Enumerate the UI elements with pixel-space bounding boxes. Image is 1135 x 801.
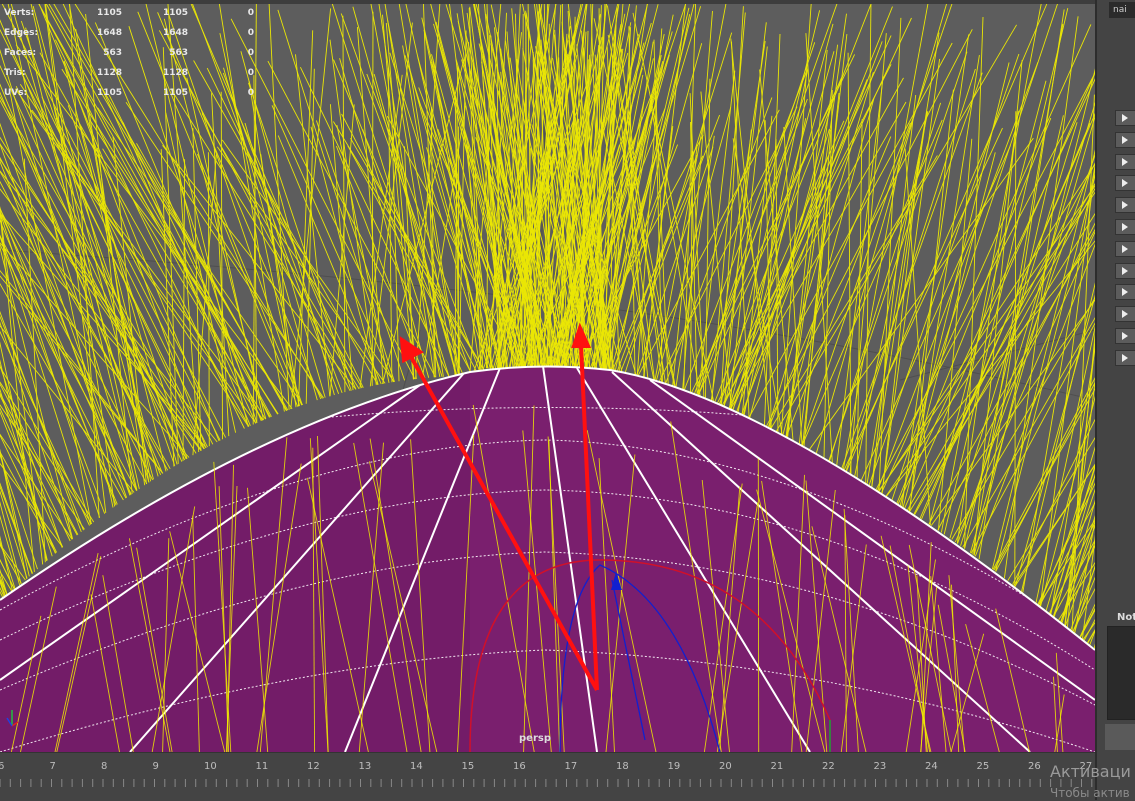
hud-b: 1648: [163, 28, 188, 38]
frame-number: 16: [513, 761, 526, 772]
activation-watermark-sub: Чтобы актив: [1050, 786, 1130, 800]
expand-arrow-icon: [1122, 114, 1128, 122]
expand-arrow-icon: [1122, 245, 1128, 253]
hud-a: 1105: [97, 8, 122, 18]
hud-label: Edges:: [4, 28, 38, 38]
hud-label: Tris:: [4, 68, 26, 78]
scene-render: [0, 0, 1095, 752]
expand-button[interactable]: [1115, 284, 1135, 300]
notes-label: Not: [1117, 612, 1135, 623]
hud-c: 0: [248, 28, 254, 38]
hud-b: 563: [169, 48, 188, 58]
expand-arrow-icon: [1122, 332, 1128, 340]
time-slider-ticks: [0, 773, 1095, 795]
expand-arrow-icon: [1122, 288, 1128, 296]
hud-c: 0: [248, 88, 254, 98]
viewport-persp[interactable]: Verts: 1105 1105 0 Edges: 1648 1648 0 Faces: 563 5…: [0, 0, 1095, 752]
frame-number: 18: [616, 761, 629, 772]
hud-c: 0: [248, 48, 254, 58]
hud-a: 1105: [97, 88, 122, 98]
hud-row: Verts: 1105 1105 0: [4, 6, 254, 26]
expand-button[interactable]: [1115, 219, 1135, 235]
notes-textarea[interactable]: [1107, 626, 1135, 720]
expand-button[interactable]: [1115, 306, 1135, 322]
frame-number: 17: [565, 761, 578, 772]
hud-label: Verts:: [4, 8, 34, 18]
hud-c: 0: [248, 68, 254, 78]
frame-number: 9: [153, 761, 159, 772]
expand-arrow-icon: [1122, 310, 1128, 318]
hud-b: 1128: [163, 68, 188, 78]
frame-number: 11: [256, 761, 269, 772]
frame-number: 25: [977, 761, 990, 772]
frame-number: 10: [204, 761, 217, 772]
frame-number: 14: [410, 761, 423, 772]
expand-button[interactable]: [1115, 132, 1135, 148]
expand-arrow-icon: [1122, 267, 1128, 275]
toolbar-strip: [0, 0, 1095, 4]
hud-b: 1105: [163, 8, 188, 18]
hud-row: Tris: 1128 1128 0: [4, 66, 254, 86]
hud-row: Edges: 1648 1648 0: [4, 26, 254, 46]
frame-number: 23: [874, 761, 887, 772]
hud-label: UVs:: [4, 88, 27, 98]
frame-number: 22: [822, 761, 835, 772]
axis-indicator-icon: [4, 704, 20, 728]
hud-row: Faces: 563 563 0: [4, 46, 254, 66]
frame-number: 13: [359, 761, 372, 772]
expand-button[interactable]: [1115, 263, 1135, 279]
expand-button[interactable]: [1115, 350, 1135, 366]
activation-watermark: Активаци: [1050, 762, 1131, 781]
expand-arrow-icon: [1122, 223, 1128, 231]
frame-number: 20: [719, 761, 732, 772]
hud-a: 1648: [97, 28, 122, 38]
expand-button[interactable]: [1115, 110, 1135, 126]
hud-c: 0: [248, 8, 254, 18]
panel-bottom-button[interactable]: [1105, 724, 1135, 750]
expand-button[interactable]: [1115, 328, 1135, 344]
hud-row: UVs: 1105 1105 0: [4, 86, 254, 106]
expand-button[interactable]: [1115, 154, 1135, 170]
hud-a: 1128: [97, 68, 122, 78]
frame-number: 24: [925, 761, 938, 772]
frame-number: 12: [307, 761, 320, 772]
expand-button[interactable]: [1115, 241, 1135, 257]
hud-a: 563: [103, 48, 122, 58]
frame-number: 26: [1028, 761, 1041, 772]
expand-button[interactable]: [1115, 175, 1135, 191]
camera-label: persp: [519, 733, 551, 744]
expand-arrow-icon: [1122, 136, 1128, 144]
hud-b: 1105: [163, 88, 188, 98]
expand-arrow-icon: [1122, 201, 1128, 209]
hud-label: Faces:: [4, 48, 36, 58]
frame-number: 19: [668, 761, 681, 772]
expand-arrow-icon: [1122, 354, 1128, 362]
frame-number: 15: [462, 761, 475, 772]
frame-number: 7: [50, 761, 56, 772]
frame-number: 21: [771, 761, 784, 772]
expand-arrow-icon: [1122, 179, 1128, 187]
expand-button[interactable]: [1115, 197, 1135, 213]
expand-arrow-icon: [1122, 158, 1128, 166]
frame-number: 8: [101, 761, 107, 772]
poly-count-hud: Verts: 1105 1105 0 Edges: 1648 1648 0 Faces: 563 5…: [4, 6, 254, 106]
channel-box-panel: nai Not: [1095, 0, 1135, 800]
time-slider[interactable]: 6789101112131415161718192021222324252627: [0, 752, 1095, 801]
frame-number: 6: [0, 761, 4, 772]
name-field[interactable]: nai: [1109, 2, 1135, 18]
